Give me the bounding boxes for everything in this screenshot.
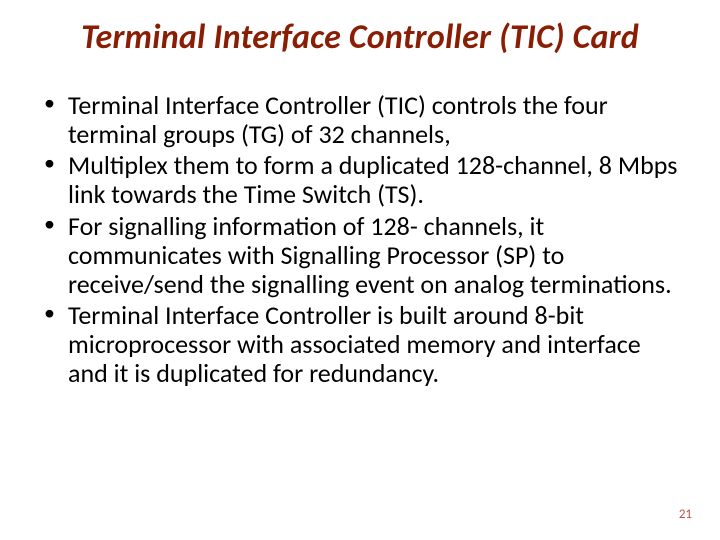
list-item: Terminal Interface Controller (TIC) cont…	[66, 91, 680, 149]
slide-title: Terminal Interface Controller (TIC) Card	[40, 18, 680, 77]
bullet-list: Terminal Interface Controller (TIC) cont…	[40, 91, 680, 388]
list-item: For signalling information of 128- chann…	[66, 212, 680, 299]
list-item: Terminal Interface Controller is built a…	[66, 301, 680, 388]
slide-body: Terminal Interface Controller (TIC) cont…	[40, 77, 680, 388]
slide: Terminal Interface Controller (TIC) Card…	[0, 0, 720, 540]
list-item: Multiplex them to form a duplicated 128-…	[66, 151, 680, 209]
page-number: 21	[679, 507, 692, 522]
